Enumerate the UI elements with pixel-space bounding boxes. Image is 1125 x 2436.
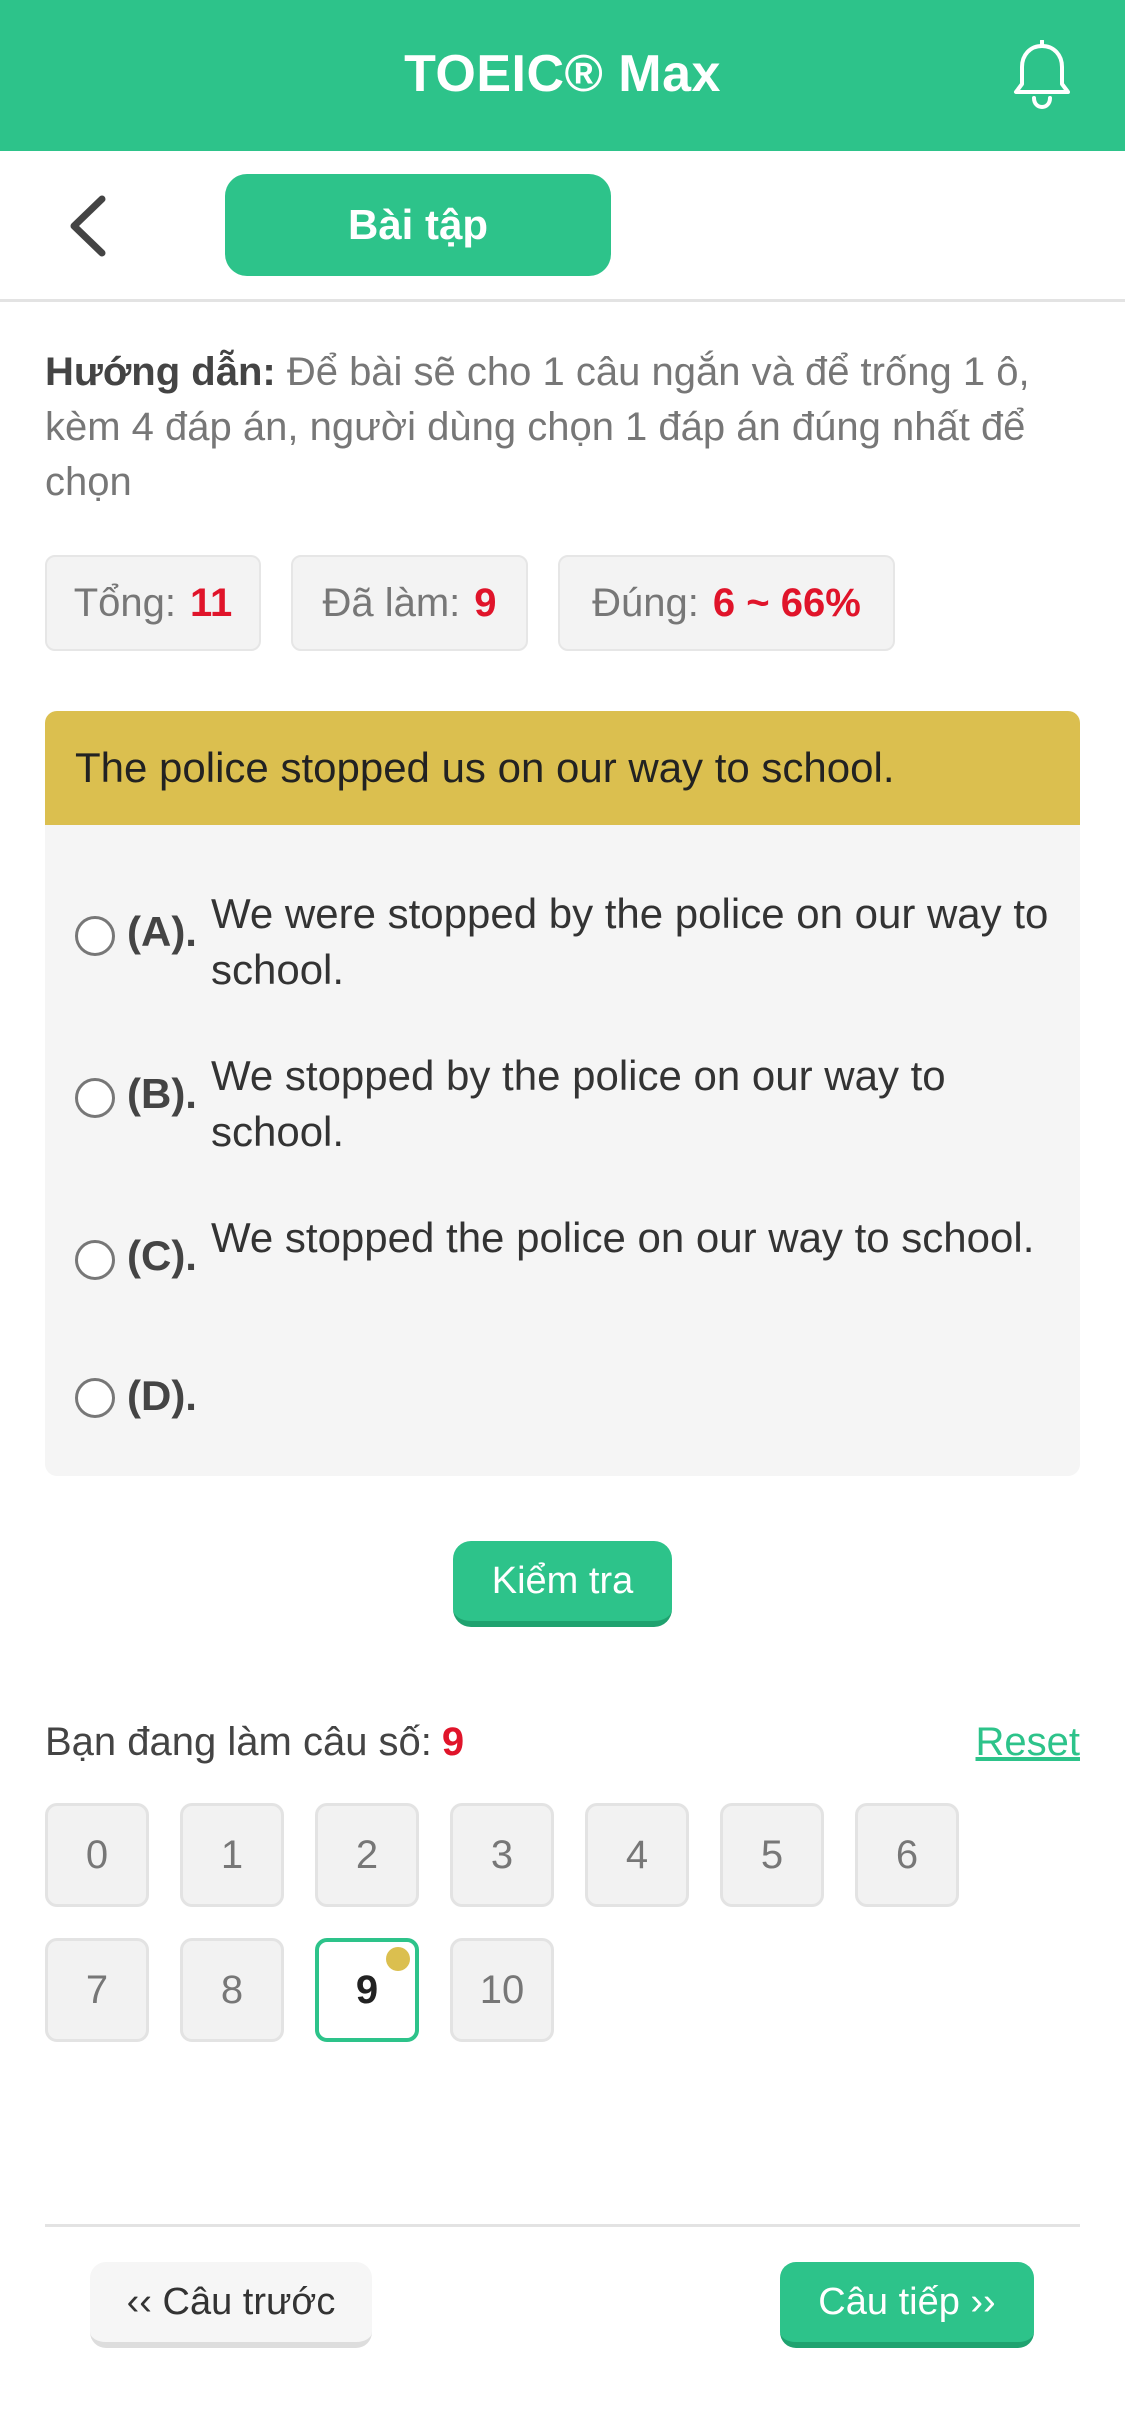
option-text: We were stopped by the police on our way… [210, 890, 1049, 993]
stat-total: Tổng: 11 [45, 555, 261, 651]
question-number-10[interactable]: 10 [450, 1938, 554, 2042]
option-c[interactable]: (C). We stopped the police on our way to… [75, 1210, 1075, 1280]
question-number-2[interactable]: 2 [315, 1803, 419, 1907]
question-number-label: 9 [355, 1967, 379, 2012]
stat-total-value: 11 [190, 580, 233, 625]
stat-correct-label: Đúng: [592, 580, 699, 625]
bottom-divider [45, 2224, 1080, 2227]
app-root: TOEIC® Max Bài tập Hướng dẫn: Để bài sẽ … [0, 0, 1125, 2436]
previous-question-button[interactable]: ‹‹ Câu trước [90, 2262, 372, 2348]
reset-link[interactable]: Reset [976, 1720, 1081, 1765]
progress-label: Bạn đang làm câu số: 9 [45, 1720, 464, 1765]
app-header: TOEIC® Max [0, 0, 1125, 151]
option-letter: (D). [127, 1372, 197, 1419]
option-a[interactable]: (A). We were stopped by the police on ou… [75, 886, 1075, 998]
bell-icon[interactable] [1010, 40, 1074, 112]
next-question-button[interactable]: Câu tiếp ›› [780, 2262, 1034, 2348]
question-prompt: The police stopped us on our way to scho… [45, 711, 1080, 825]
question-number-6[interactable]: 6 [855, 1803, 959, 1907]
option-d[interactable]: (D). [75, 1372, 1075, 1420]
current-question-number: 9 [441, 1720, 465, 1764]
question-number-7[interactable]: 7 [45, 1938, 149, 2042]
option-letter: (C). [127, 1232, 197, 1279]
app-title: TOEIC® Max [404, 45, 721, 103]
check-button[interactable]: Kiểm tra [453, 1541, 672, 1627]
radio-button[interactable] [75, 1240, 115, 1280]
option-text: We stopped the police on our way to scho… [210, 1214, 1035, 1261]
stat-done-value: 9 [474, 580, 497, 625]
question-number-0[interactable]: 0 [45, 1803, 149, 1907]
sub-navigation: Bài tập [0, 151, 1125, 302]
stat-total-label: Tổng: [73, 580, 176, 625]
question-number-4[interactable]: 4 [585, 1803, 689, 1907]
stat-done: Đã làm: 9 [291, 555, 528, 651]
question-number-9-current[interactable]: 9 [315, 1938, 419, 2042]
progress-label-text: Bạn đang làm câu số: [45, 1720, 432, 1764]
tab-exercise[interactable]: Bài tập [225, 174, 611, 276]
instruction-label: Hướng dẫn: [45, 350, 276, 394]
option-letter: (B). [127, 1070, 197, 1117]
question-number-1[interactable]: 1 [180, 1803, 284, 1907]
radio-button[interactable] [75, 916, 115, 956]
question-number-8[interactable]: 8 [180, 1938, 284, 2042]
chevron-left-icon[interactable] [60, 191, 120, 261]
stat-done-label: Đã làm: [322, 580, 461, 625]
question-number-3[interactable]: 3 [450, 1803, 554, 1907]
question-number-5[interactable]: 5 [720, 1803, 824, 1907]
option-letter: (A). [127, 908, 197, 955]
option-b[interactable]: (B). We stopped by the police on our way… [75, 1048, 1075, 1160]
question-card: The police stopped us on our way to scho… [45, 711, 1080, 1476]
stat-correct-value: 6 ~ 66% [712, 580, 861, 625]
stat-correct: Đúng: 6 ~ 66% [558, 555, 895, 651]
instruction-text: Hướng dẫn: Để bài sẽ cho 1 câu ngắn và đ… [45, 345, 1085, 510]
current-indicator-dot [386, 1947, 410, 1971]
option-text: We stopped by the police on our way to s… [210, 1052, 946, 1155]
radio-button[interactable] [75, 1378, 115, 1418]
radio-button[interactable] [75, 1078, 115, 1118]
